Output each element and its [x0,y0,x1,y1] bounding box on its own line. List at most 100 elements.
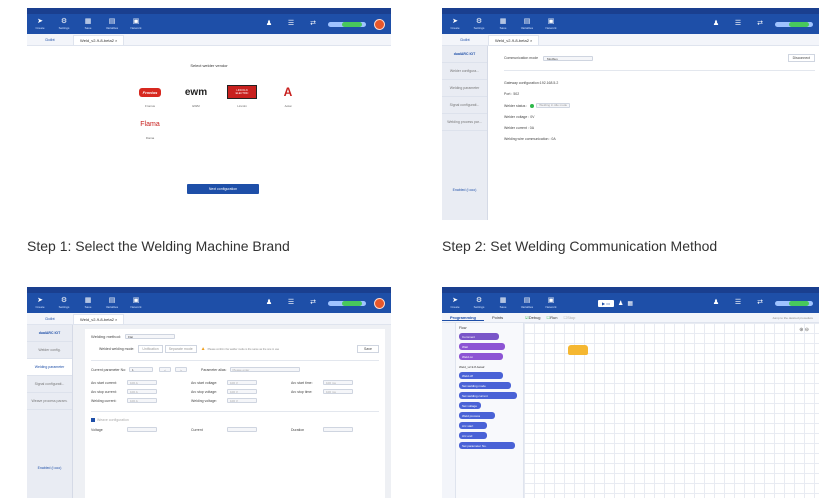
status-indicator[interactable] [374,18,385,30]
mode-option-separate[interactable]: Separate mode [164,345,197,353]
sidebar-item-process-param[interactable]: Welding process par... [442,114,487,131]
variables-icon[interactable]: ▤ Variables [520,297,534,309]
palette-block[interactable]: Weld on [459,353,503,360]
weave-field-input[interactable] [323,427,353,432]
monitor-icon[interactable]: ⇄ [306,20,320,28]
network-icon[interactable]: ▣ Network [544,297,558,309]
weave-checkbox[interactable] [91,418,95,422]
vendor-card-lincoln[interactable]: LINCOLN ELECTRIC Lincoln [225,84,259,108]
save-icon[interactable]: ▦ Save [81,18,95,30]
jump-link[interactable]: Jump to the desired procedure [772,316,813,320]
sidebar-item-welder-config[interactable]: Welder configura... [442,63,487,80]
settings-icon[interactable]: ⚙ Settings [57,297,71,309]
palette-block[interactable]: Wait [459,343,505,350]
weave-field-input[interactable] [227,427,257,432]
monitor-icon[interactable]: ⇄ [306,299,320,307]
tab-document[interactable]: Weld_v2-9-8-beta2 × [488,34,540,45]
settings-icon[interactable]: ⚙ Settings [472,18,486,30]
tab-home[interactable]: Dolbt [27,316,73,321]
speed-toggle[interactable] [775,21,813,27]
stack-icon[interactable]: ♟ [262,20,276,28]
monitor-icon[interactable]: ⇄ [753,299,767,307]
vendor-card-aotai[interactable]: A Aotai [271,84,305,108]
log-icon[interactable]: ☰ [731,20,745,28]
sidebar-enabled[interactable]: Enabled (i ooo) [27,466,72,470]
create-icon[interactable]: ➤ Create [33,18,47,30]
sidebar-enabled[interactable]: Enabled (i ooo) [442,188,487,192]
network-icon[interactable]: ▣ Network [129,18,143,30]
network-icon[interactable]: ▣ Network [129,297,143,309]
palette-block[interactable]: Set voltage [459,402,481,409]
speed-toggle[interactable] [328,300,366,306]
param-input[interactable]: 100 V [227,398,257,403]
save-icon[interactable]: ▦ Save [496,18,510,30]
speed-toggle[interactable] [328,21,366,27]
settings-icon[interactable]: ⚙ Settings [57,18,71,30]
variables-icon[interactable]: ▤ Variables [520,18,534,30]
tab-points[interactable]: Points [484,315,511,320]
param-input[interactable]: 100 A [127,398,157,403]
points-button[interactable]: ▦ [627,300,633,307]
sidebar-item-signal-config[interactable]: Signal configurati... [27,376,72,393]
next-param-button[interactable]: › [175,367,188,372]
monitor-icon[interactable]: ⇄ [753,20,767,28]
vendor-card-fronius[interactable]: Fronius Fronius [133,84,167,108]
param-number-select[interactable]: 1 [129,367,154,372]
palette-block[interactable]: Weld process [459,412,495,419]
step-button[interactable]: ♟ [618,300,623,307]
stack-icon[interactable]: ♟ [709,20,723,28]
palette-block[interactable]: Set welding current [459,392,517,399]
save-icon[interactable]: ▦ Save [81,297,95,309]
param-input[interactable]: 100 A [127,380,157,385]
program-canvas[interactable]: ⊕ ⊖ [524,323,819,498]
variables-icon[interactable]: ▤ Variables [105,297,119,309]
create-icon[interactable]: ➤ Create [33,297,47,309]
stack-icon[interactable]: ♟ [262,299,276,307]
palette-block[interactable]: Set parameter No. [459,442,515,449]
disconnect-button[interactable]: Disconnect [787,54,815,62]
palette-block[interactable]: Arc start [459,422,487,429]
stack-icon[interactable]: ♟ [709,299,723,307]
sidebar-item-signal-config[interactable]: Signal configurati... [442,97,487,114]
param-input[interactable]: 100 ms [323,380,353,385]
param-input[interactable]: 100 V [227,389,257,394]
tab-programming[interactable]: Programming [442,315,485,321]
param-input[interactable]: 100 V [227,380,257,385]
settings-icon[interactable]: ⚙ Settings [472,297,486,309]
param-input[interactable]: 100 ms [323,389,353,394]
create-icon[interactable]: ➤ Create [448,18,462,30]
zoom-controls[interactable]: ⊕ ⊖ [799,327,809,333]
prev-param-button[interactable]: ‹ [159,367,172,372]
param-alias-input[interactable]: Please enter [229,367,300,372]
sidebar-item-process-param[interactable]: Weave process param. [27,393,72,410]
variables-icon[interactable]: ▤ Variables [105,18,119,30]
sidebar-item-welder-config[interactable]: Welder config. [27,342,72,359]
param-input[interactable]: 100 A [127,389,157,394]
comm-mode-select[interactable]: Modbus [543,55,594,61]
palette-block[interactable]: Arc end [459,432,487,439]
network-icon[interactable]: ▣ Network [544,18,558,30]
tab-home[interactable]: Dolbt [27,37,73,42]
palette-block[interactable]: Set welding mode [459,382,511,389]
tab-home[interactable]: Dolbt [442,37,488,42]
welding-method-select[interactable]: Flat [124,334,175,339]
tab-document[interactable]: Weld_v2-9-8-beta2 × [73,313,125,324]
create-icon[interactable]: ➤ Create [448,297,462,309]
mode-option-unification[interactable]: Unification [138,345,163,353]
vendor-card-flama[interactable]: Flama Flama [133,116,167,141]
save-icon[interactable]: ▦ Save [496,297,510,309]
run-program-button[interactable]: ▶ ▭ [598,299,614,307]
next-configuration-button[interactable]: Next configuration [187,184,259,194]
sidebar-item-welding-parameter[interactable]: Welding parameter [442,80,487,97]
speed-toggle[interactable] [775,300,813,306]
log-icon[interactable]: ☰ [731,299,745,307]
save-button[interactable]: Save [357,345,379,353]
tab-document[interactable]: Weld_v2-9-8-beta2 × [73,34,125,45]
palette-block[interactable]: Weld off [459,372,503,379]
sidebar-item-welding-parameter[interactable]: Welding parameter [27,359,72,376]
status-indicator[interactable] [374,297,385,309]
palette-block[interactable]: Comment [459,333,499,340]
vendor-card-ewm[interactable]: ewm EWM [179,84,213,109]
weave-field-input[interactable] [127,427,157,432]
log-icon[interactable]: ☰ [284,299,298,307]
